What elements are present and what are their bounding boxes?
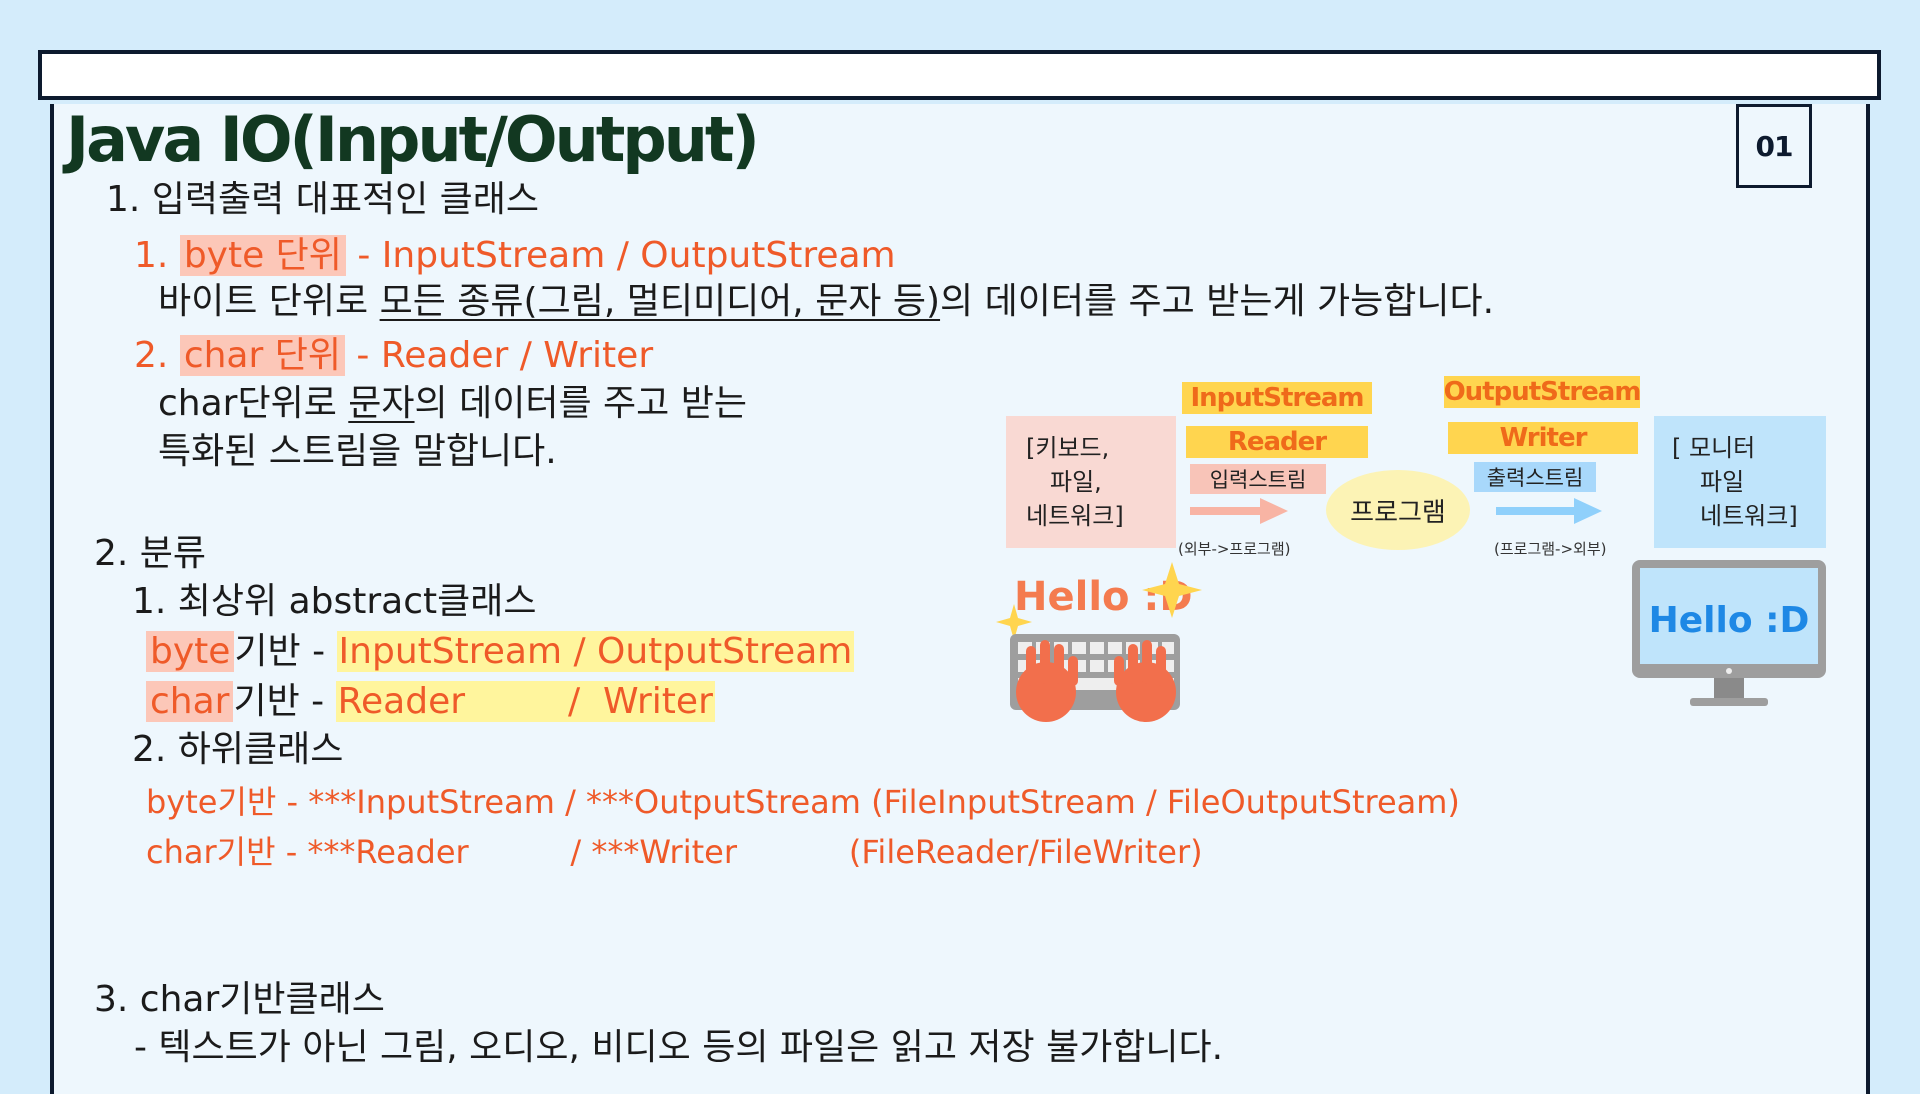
item2-unit: char 단위 (179, 335, 345, 376)
item1-line: 1. byte 단위 - InputStream / OutputStream (134, 234, 896, 278)
writer-label: Writer (1448, 422, 1638, 454)
item1-unit: byte 단위 (179, 235, 346, 276)
dest-line-3: 네트워크] (1700, 502, 1798, 530)
item1-desc-a: 바이트 단위로 (158, 281, 380, 322)
section3-description: - 텍스트가 아닌 그림, 오디오, 비디오 등의 파일은 읽고 저장 불가합니… (134, 1027, 1224, 1068)
section2-sub1-heading: 1. 최상위 abstract클래스 (132, 581, 537, 622)
subclass-byte-row: byte기반 - ***InputStream / ***OutputStrea… (146, 783, 1460, 821)
subclass-char-row: char기반 - ***Reader / ***Writer (FileRead… (146, 833, 1203, 871)
slide-title: Java IO(Input/Output) (66, 103, 760, 176)
item2-desc-underlined: 문자 (348, 383, 415, 424)
item2-description-line2: 특화된 스트림을 말합니다. (158, 431, 557, 472)
char-keyword: char (146, 681, 234, 722)
output-arrow (1496, 498, 1602, 524)
output-direction-note: (프로그램->외부) (1494, 540, 1607, 558)
source-box: [키보드, 파일, 네트워크] (1006, 416, 1176, 548)
item2-classes: - Reader / Writer (356, 335, 654, 376)
section2-sub2-heading: 2. 하위클래스 (132, 729, 344, 770)
dest-line-2: 파일 (1700, 468, 1745, 496)
item2-description-line1: char단위로 문자의 데이터를 주고 받는 (158, 382, 747, 426)
keyboard-illustration: Hello :D (996, 562, 1202, 722)
item2-desc-b: 의 데이터를 주고 받는 (414, 383, 747, 424)
top-banner (38, 50, 1881, 100)
input-direction-note: (외부->프로그램) (1178, 540, 1291, 558)
char-row-mid: 기반 - (233, 681, 336, 722)
item1-num: 1. (134, 235, 169, 276)
byte-row-mid: 기반 - (234, 631, 337, 672)
monitor-illustration: Hello :D (1632, 560, 1826, 706)
item2-num: 2. (134, 335, 169, 376)
page-number: 01 (1755, 129, 1794, 163)
section3-heading: 3. char기반클래스 (94, 979, 385, 1020)
source-line-3: 네트워크] (1026, 502, 1124, 530)
input-arrow (1190, 498, 1288, 524)
byte-keyword: byte (146, 631, 235, 672)
item1-description: 바이트 단위로 모든 종류(그림, 멀티미디어, 문자 등)의 데이터를 주고 … (158, 280, 1494, 324)
item1-desc-underlined: 모든 종류(그림, 멀티미디어, 문자 등) (379, 281, 941, 322)
outputstream-label: OutputStream (1443, 376, 1641, 408)
item2-line: 2. char 단위 - Reader / Writer (134, 334, 653, 378)
item2-desc-a: char단위로 (158, 383, 349, 424)
dest-line-1: [ 모니터 (1672, 434, 1756, 462)
section2-heading: 2. 분류 (94, 533, 207, 574)
section1-heading: 1. 입력출력 대표적인 클래스 (106, 179, 539, 220)
item1-desc-b: 의 데이터를 주고 받는게 가능합니다. (940, 281, 1495, 322)
output-stream-caption: 출력스트림 (1474, 462, 1596, 492)
destination-box: [ 모니터 파일 네트워크] (1654, 416, 1826, 548)
source-line-1: [키보드, (1026, 434, 1110, 462)
input-stream-caption: 입력스트림 (1190, 464, 1326, 494)
char-abstract-classes: Reader / Writer (335, 681, 715, 722)
page-number-box: 01 (1736, 104, 1812, 188)
byte-abstract-classes: InputStream / OutputStream (336, 631, 855, 672)
source-line-2: 파일, (1050, 468, 1102, 496)
inputstream-label: InputStream (1182, 382, 1372, 414)
item1-classes: - InputStream / OutputStream (357, 235, 896, 276)
abstract-char-row: char 기반 - Reader / Writer (146, 680, 715, 724)
reader-label: Reader (1186, 426, 1368, 458)
abstract-byte-row: byte 기반 - InputStream / OutputStream (146, 630, 855, 674)
monitor-hello-text: Hello :D (1649, 600, 1810, 641)
program-ellipse: 프로그램 (1326, 470, 1470, 550)
